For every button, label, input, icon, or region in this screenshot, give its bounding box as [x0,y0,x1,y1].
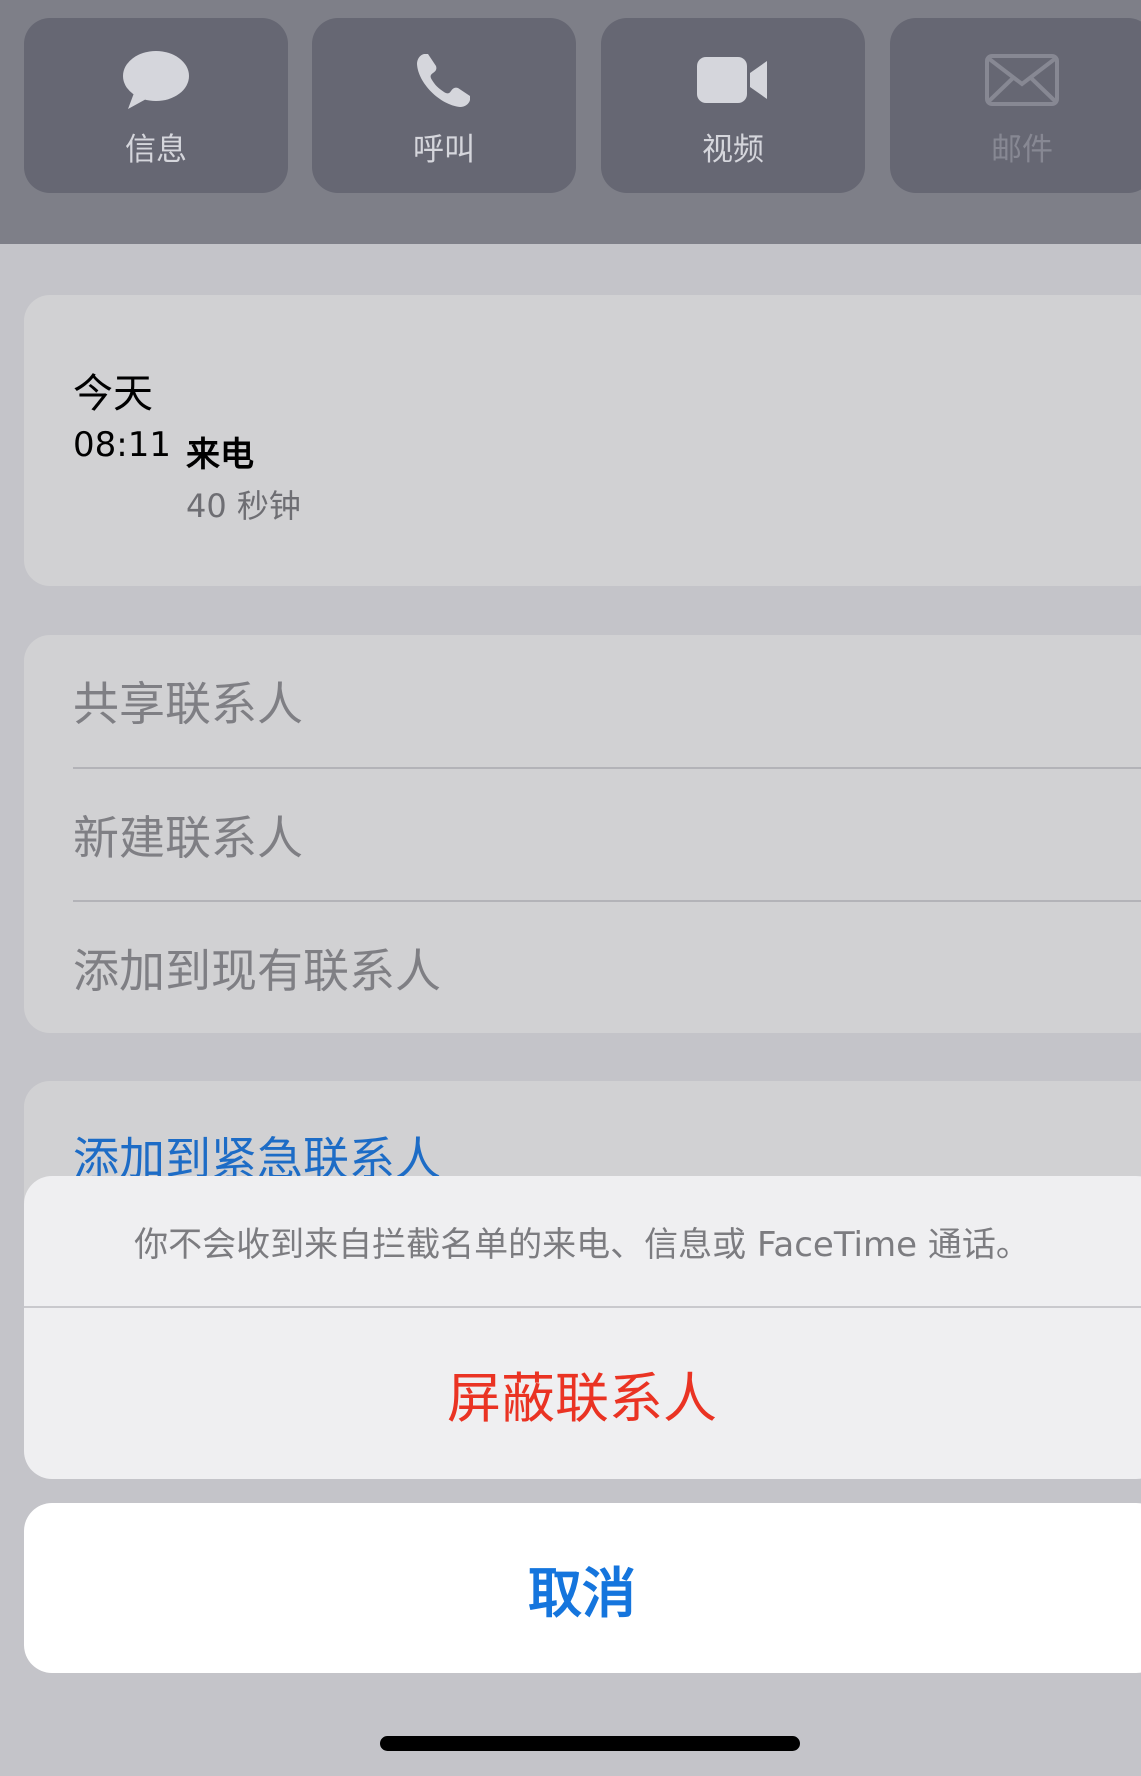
call-history-card: 今天 08:11 来电 40 秒钟 [24,295,1141,586]
mail-label: 邮件 [991,132,1053,168]
contact-actions-card: 共享联系人 新建联系人 添加到现有联系人 [24,635,1141,1033]
action-sheet-message: 你不会收到来自拦截名单的来电、信息或 FaceTime 通话。 [134,1224,1030,1265]
add-to-existing-contact-row[interactable]: 添加到现有联系人 [73,902,1141,1034]
share-contact-row[interactable]: 共享联系人 [73,635,1141,767]
video-button[interactable]: 视频 [601,18,865,193]
message-button[interactable]: 信息 [24,18,288,193]
message-bubble-icon [24,48,288,112]
home-indicator[interactable] [380,1736,800,1751]
cancel-label: 取消 [528,1561,636,1625]
mail-button[interactable]: 邮件 [890,18,1141,193]
video-label: 视频 [702,132,764,168]
call-duration: 40 秒钟 [186,487,301,525]
history-date-heading: 今天 [73,371,153,417]
video-camera-icon [601,48,865,112]
block-contact-button[interactable]: 屏蔽联系人 [24,1308,1140,1479]
mail-icon [890,48,1141,112]
block-action-sheet: 你不会收到来自拦截名单的来电、信息或 FaceTime 通话。 屏蔽联系人 [24,1176,1141,1479]
call-button[interactable]: 呼叫 [312,18,576,193]
call-time: 08:11 [73,425,171,465]
contact-action-bar: 信息 呼叫 视频 邮件 [0,0,1141,244]
call-type: 来电 [186,435,254,475]
message-label: 信息 [125,132,187,168]
phone-icon [312,48,576,112]
call-label: 呼叫 [413,132,475,168]
new-contact-row[interactable]: 新建联系人 [73,769,1141,901]
cancel-button[interactable]: 取消 [24,1503,1141,1673]
